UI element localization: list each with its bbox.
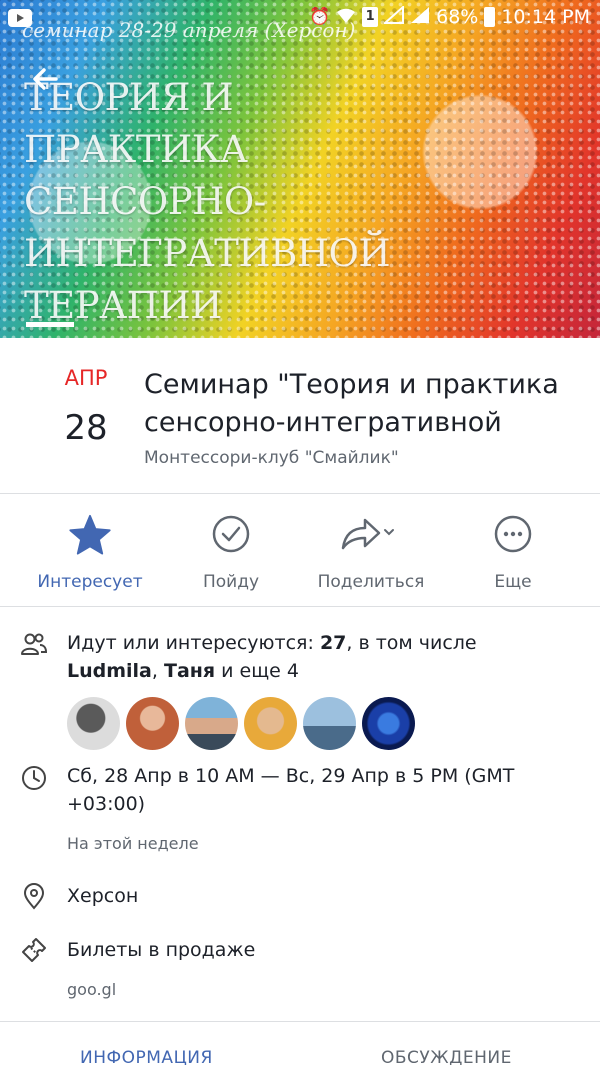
avatar[interactable] bbox=[126, 697, 179, 750]
cover-title-line: ИНТЕГРАТИВНОЙ bbox=[24, 232, 391, 275]
sim-icon: 1 bbox=[362, 7, 379, 27]
wifi-icon bbox=[336, 6, 356, 28]
cover-image: семинар 28-29 апреля (Херсон) ТЕОРИЯ И П… bbox=[0, 0, 600, 338]
cover-title-line: ТЕОРИЯ И bbox=[24, 76, 234, 119]
battery-icon bbox=[484, 7, 496, 27]
avatar[interactable] bbox=[185, 697, 238, 750]
back-arrow-icon[interactable] bbox=[30, 64, 60, 94]
clock-icon bbox=[20, 764, 48, 792]
guests-prefix: Идут или интересуются: bbox=[67, 632, 320, 654]
youtube-notification-icon bbox=[8, 9, 32, 32]
going-button[interactable]: Пойду bbox=[161, 514, 301, 592]
tickets-link[interactable]: goo.gl bbox=[67, 980, 116, 999]
interested-button[interactable]: Интересует bbox=[20, 514, 160, 592]
guest-avatars bbox=[67, 697, 415, 750]
share-arrow-icon bbox=[301, 514, 441, 554]
event-datetime[interactable]: Сб, 28 Апр в 10 AM — Вс, 29 Апр в 5 PM (… bbox=[67, 762, 587, 818]
guest-name: Ludmila bbox=[67, 660, 152, 682]
guests-count: 27 bbox=[319, 632, 347, 654]
guest-name: Таня bbox=[163, 660, 216, 682]
more-dots-icon bbox=[443, 514, 583, 554]
guests-separator: , bbox=[151, 660, 164, 682]
cover-title-line: ПРАКТИКА bbox=[24, 128, 248, 171]
share-label: Поделиться bbox=[317, 572, 425, 592]
people-icon bbox=[20, 630, 48, 658]
divider bbox=[0, 606, 600, 607]
action-bar: Интересует Пойду Поделиться Еще bbox=[0, 496, 600, 606]
cover-title: ТЕОРИЯ И ПРАКТИКА СЕНСОРНО- ИНТЕГРАТИВНО… bbox=[24, 72, 424, 332]
tab-bar: ИНФОРМАЦИЯ ОБСУЖДЕНИЕ bbox=[0, 1040, 600, 1065]
event-title: Семинар "Теория и практика сенсорно-инте… bbox=[144, 366, 584, 442]
tab-discussion[interactable]: ОБСУЖДЕНИЕ bbox=[381, 1048, 512, 1065]
more-button[interactable]: Еще bbox=[443, 514, 583, 592]
guests-summary[interactable]: Идут или интересуются: 27, в том числе L… bbox=[67, 629, 587, 685]
going-label: Пойду bbox=[202, 572, 260, 592]
tab-info[interactable]: ИНФОРМАЦИЯ bbox=[80, 1048, 213, 1065]
interested-label: Интересует bbox=[37, 572, 143, 592]
datetime-line: +03:00) bbox=[67, 793, 146, 815]
event-month: АПР bbox=[64, 366, 108, 390]
divider bbox=[0, 493, 600, 494]
divider bbox=[0, 1021, 600, 1022]
check-circle-icon bbox=[161, 514, 301, 554]
avatar[interactable] bbox=[67, 697, 120, 750]
share-button[interactable]: Поделиться bbox=[301, 514, 441, 592]
cover-title-line: ТЕРАПИИ bbox=[24, 284, 222, 327]
event-day: 28 bbox=[64, 408, 108, 448]
event-location[interactable]: Херсон bbox=[67, 882, 138, 910]
ticket-icon bbox=[20, 936, 48, 964]
datetime-note: На этой неделе bbox=[67, 834, 199, 853]
avatar[interactable] bbox=[303, 697, 356, 750]
event-host-link[interactable]: Монтессори-клуб "Смайлик" bbox=[144, 448, 399, 468]
cover-title-line: СЕНСОРНО- bbox=[24, 180, 266, 223]
datetime-line: Сб, 28 Апр в 10 AM — Вс, 29 Апр в 5 PM (… bbox=[67, 765, 515, 787]
location-pin-icon bbox=[20, 882, 48, 910]
event-header: АПР 28 Семинар "Теория и практика сенсор… bbox=[0, 338, 600, 494]
event-title-line: сенсорно-интегративной bbox=[144, 407, 502, 438]
signal-icon bbox=[410, 6, 430, 28]
tickets-label[interactable]: Билеты в продаже bbox=[67, 936, 255, 964]
status-bar: ⏰ 1 68% 10:14 PM bbox=[0, 0, 600, 38]
more-label: Еще bbox=[494, 572, 532, 592]
battery-percent: 68% bbox=[436, 6, 479, 28]
cover-underline bbox=[26, 322, 74, 327]
event-title-line: Семинар "Теория и практика bbox=[144, 369, 559, 400]
signal-icon bbox=[382, 4, 405, 28]
star-icon bbox=[20, 514, 160, 555]
guests-mid: , в том числе bbox=[346, 632, 477, 654]
alarm-icon: ⏰ bbox=[308, 6, 331, 27]
avatar[interactable] bbox=[244, 697, 297, 750]
guests-suffix: и еще 4 bbox=[215, 660, 299, 682]
status-time: 10:14 PM bbox=[501, 6, 590, 28]
avatar[interactable] bbox=[362, 697, 415, 750]
